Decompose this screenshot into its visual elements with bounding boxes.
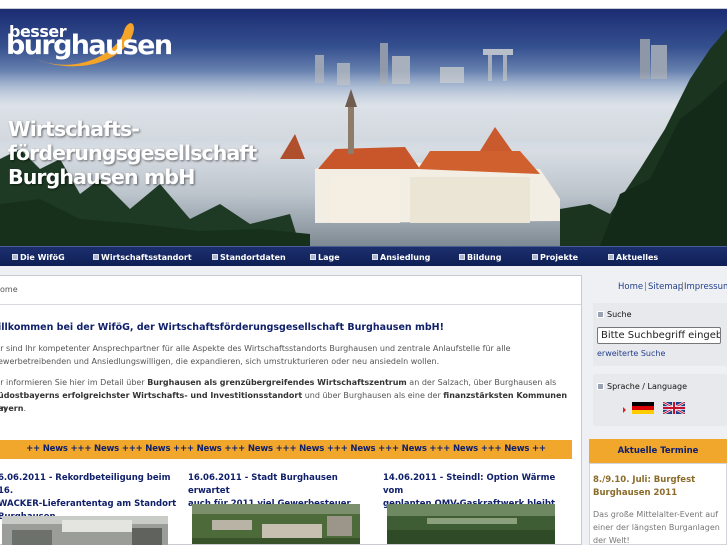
info-line-3: ayern. — [0, 402, 568, 415]
termine-panel: 8./9.10. Juli: Burgfest Burghausen 2011 … — [589, 463, 727, 545]
nav-item-label: Ansiedlung — [380, 252, 431, 262]
news-title-line[interactable]: 6.06.2011 - Rekordbeteiligung beim 16. — [0, 472, 178, 498]
nav-bullet-icon — [532, 254, 538, 260]
search-box: Suche Bitte Suchbegriff eingeb erweitert… — [593, 303, 727, 366]
intro-line-2: ewerbetreibenden und Ansiedlungswilligen… — [0, 357, 440, 366]
nav-item-label: Aktuelles — [616, 252, 659, 262]
banner-title-line-1: Wirtschafts- — [8, 117, 140, 141]
news-title-line[interactable]: 16.06.2011 - Stadt Burghausen erwartet — [188, 472, 368, 498]
info-text: an der Salzach, über Burghausen als — [406, 378, 557, 387]
info-text: und über Burghausen als eine der — [302, 391, 444, 400]
advanced-search-link[interactable]: erweiterte Suche — [597, 349, 665, 358]
flag-de-icon[interactable] — [632, 402, 654, 414]
info-text: ir informieren Sie hier im Detail über — [0, 378, 148, 387]
nav-item-ansiedlung[interactable]: Ansiedlung — [372, 250, 430, 264]
browser-top-strip — [0, 0, 727, 9]
termin-date[interactable]: 8./9.10. Juli: Burgfest Burghausen 2011 — [593, 474, 727, 500]
info-line-1: ir informieren Sie hier im Detail über B… — [0, 376, 568, 389]
nav-item-aktuelles[interactable]: Aktuelles — [608, 250, 658, 264]
impressum-link[interactable]: Impressum — [684, 282, 727, 292]
nav-item-label: Bildung — [467, 252, 502, 262]
nav-bullet-icon — [12, 254, 18, 260]
nav-bullet-icon — [212, 254, 218, 260]
banner-title-line-2: förderungsgesellschaft — [8, 141, 257, 165]
info-emphasis: üdostbayerns erfolgreichster Wirtschafts… — [0, 391, 303, 400]
home-link[interactable]: Home — [618, 282, 643, 292]
main-navigation: Die WiföG Wirtschaftsstandort Standortda… — [0, 246, 727, 266]
nav-bullet-icon — [459, 254, 465, 260]
news-title-line[interactable]: WACKER-Lieferantentag am Standort — [0, 498, 178, 511]
info-emphasis: Burghausen als grenzübergreifendes Wirts… — [147, 378, 407, 387]
nav-item-projekte[interactable]: Projekte — [532, 250, 578, 264]
main-content: ome illkommen bei der WiföG, der Wirtsch… — [0, 275, 582, 545]
nav-item-label: Lage — [318, 252, 340, 262]
language-label: Sprache / Language — [597, 382, 687, 391]
flag-gb-icon[interactable] — [663, 402, 685, 414]
nav-item-standortdaten[interactable]: Standortdaten — [212, 250, 286, 264]
nav-item-label: Wirtschaftsstandort — [101, 252, 192, 262]
nav-item-label: Standortdaten — [220, 252, 286, 262]
page: besser burghausen Wirtschafts- förderung… — [0, 0, 727, 545]
language-label-text: Sprache / Language — [607, 382, 687, 391]
news-image-event-hall[interactable] — [2, 516, 168, 545]
intro-line-1: ir sind Ihr kompetenter Ansprechpartner … — [0, 344, 511, 353]
nav-item-die-wifoeg[interactable]: Die WiföG — [12, 250, 65, 264]
news-title-line[interactable]: 14.06.2011 - Steindl: Option Wärme vom — [383, 472, 563, 498]
search-label: Suche — [597, 310, 632, 319]
termine-header: Aktuelle Termine — [589, 439, 727, 463]
language-box: Sprache / Language — [593, 374, 727, 426]
bullet-icon — [597, 311, 604, 318]
info-emphasis: ayern — [0, 404, 24, 413]
header-banner: besser burghausen Wirtschafts- förderung… — [0, 9, 727, 246]
banner-title-line-3: Burghausen mbH — [8, 165, 195, 189]
nav-item-bildung[interactable]: Bildung — [459, 250, 501, 264]
news-image-aerial-town[interactable] — [192, 504, 360, 544]
bullet-icon — [597, 383, 604, 390]
nav-item-lage[interactable]: Lage — [310, 250, 340, 264]
news-ticker: ++ News +++ News +++ News +++ News +++ N… — [0, 440, 572, 459]
nav-item-label: Projekte — [540, 252, 579, 262]
info-text: . — [23, 404, 26, 413]
news-image-forest-plant[interactable] — [387, 504, 555, 544]
nav-item-label: Die WiföG — [20, 252, 65, 262]
nav-bullet-icon — [372, 254, 378, 260]
divider — [0, 304, 581, 305]
search-input[interactable]: Bitte Suchbegriff eingeb — [597, 327, 721, 344]
logo-text: burghausen — [6, 30, 173, 61]
link-separator: | — [644, 282, 647, 292]
arrow-icon — [623, 407, 626, 413]
termin-text: Das große Mittelalter-Event auf einer de… — [593, 510, 720, 545]
nav-bullet-icon — [608, 254, 614, 260]
sitemap-link[interactable]: Sitemap — [648, 282, 683, 292]
nav-bullet-icon — [93, 254, 99, 260]
breadcrumb[interactable]: ome — [0, 285, 18, 294]
nav-item-wirtschaftsstandort[interactable]: Wirtschaftsstandort — [93, 250, 192, 264]
search-label-text: Suche — [607, 310, 632, 319]
welcome-heading: illkommen bei der WiföG, der Wirtschafts… — [0, 322, 444, 333]
nav-bullet-icon — [310, 254, 316, 260]
